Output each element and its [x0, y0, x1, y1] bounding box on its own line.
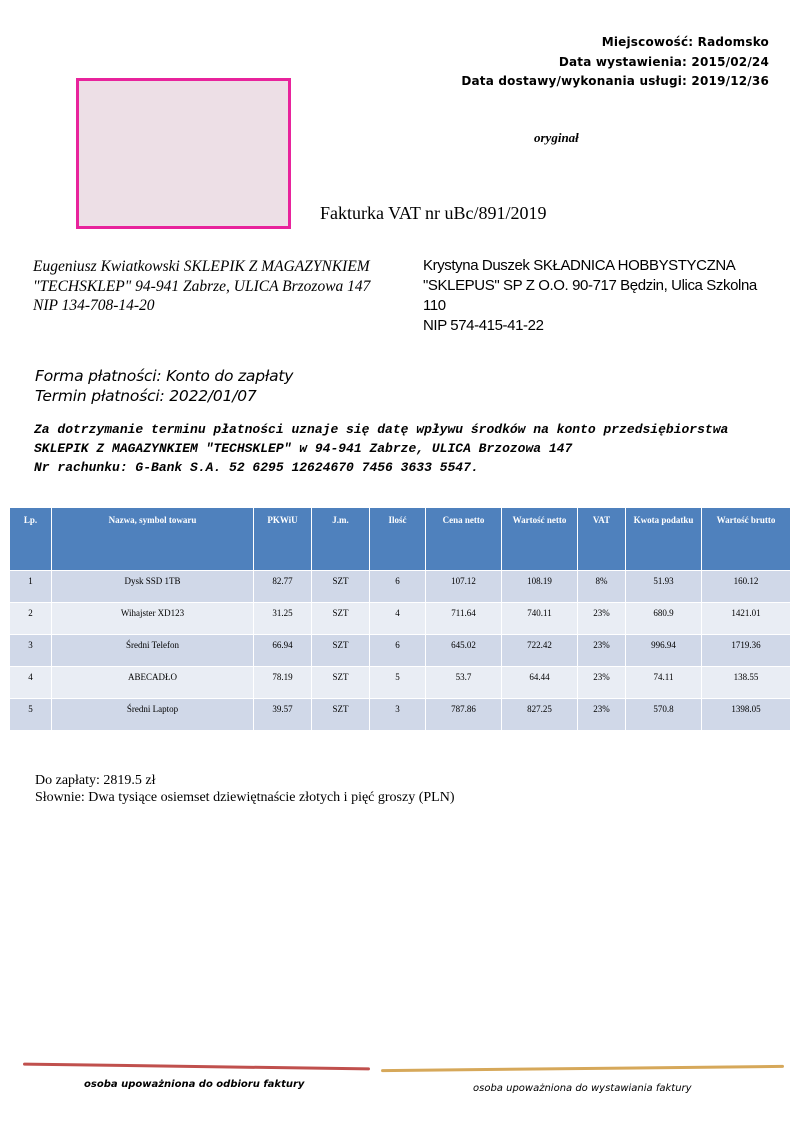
- buyer-line: Krystyna Duszek SKŁADNICA HOBBYSTYCZNA: [423, 257, 736, 274]
- cell: Wihajster XD123: [51, 602, 254, 635]
- place: Miejscowość: Radomsko: [601, 35, 769, 49]
- cell: 51.93: [625, 570, 702, 603]
- cell: 23%: [577, 602, 626, 635]
- col-header: Nazwa, symbol towaru: [51, 507, 254, 571]
- cell: 3: [9, 634, 52, 667]
- issuer-signature-label: osoba upoważniona do wystawiania faktury: [473, 1083, 692, 1094]
- cell: Średni Telefon: [51, 634, 254, 667]
- col-header: Lp.: [9, 507, 52, 571]
- cell: 5: [369, 666, 426, 699]
- receiver-signature-line: [22, 1062, 371, 1071]
- cell: 1421.01: [701, 602, 791, 635]
- cell: 74.11: [625, 666, 702, 699]
- seller-line: Eugeniusz Kwiatkowski SKLEPIK Z MAGAZYNK…: [33, 258, 370, 275]
- cell: 740.11: [501, 602, 578, 635]
- payment-note-text: Za dotrzymanie terminu płatności uznaje …: [34, 422, 729, 456]
- cell: 711.64: [425, 602, 502, 635]
- cell: 680.9: [625, 602, 702, 635]
- col-header: VAT: [577, 507, 626, 571]
- cell: 78.19: [253, 666, 312, 699]
- cell: 160.12: [701, 570, 791, 603]
- payment-method: Forma płatności: Konto do zapłaty: [35, 367, 294, 385]
- cell: 107.12: [425, 570, 502, 603]
- cell: SZT: [311, 634, 370, 667]
- payment-note: Za dotrzymanie terminu płatności uznaje …: [34, 420, 744, 477]
- cell: 827.25: [501, 698, 578, 731]
- payment-due: Termin płatności: 2022/01/07: [35, 387, 257, 405]
- bank-account: Nr rachunku: G-Bank S.A. 52 6295 1262467…: [34, 460, 479, 475]
- cell: 23%: [577, 698, 626, 731]
- table-row: 3 Średni Telefon 66.94 SZT 6 645.02 722.…: [9, 634, 791, 667]
- cell: 6: [369, 634, 426, 667]
- cell: 64.44: [501, 666, 578, 699]
- col-header: Wartość brutto: [701, 507, 791, 571]
- cell: 39.57: [253, 698, 312, 731]
- col-header: Cena netto: [425, 507, 502, 571]
- cell: 2: [9, 602, 52, 635]
- seller-line: "TECHSKLEP" 94-941 Zabrze, ULICA Brzozow…: [33, 277, 371, 295]
- table-row: 5 Średni Laptop 39.57 SZT 3 787.86 827.2…: [9, 698, 791, 731]
- cell: Dysk SSD 1TB: [51, 570, 254, 603]
- invoice-meta: Miejscowość: Radomsko Data wystawienia: …: [461, 33, 769, 92]
- payment-info: Forma płatności: Konto do zapłaty Termin…: [35, 366, 293, 406]
- cell: 996.94: [625, 634, 702, 667]
- cell: 5: [9, 698, 52, 731]
- cell: SZT: [311, 698, 370, 731]
- cell: 108.19: [501, 570, 578, 603]
- cell: 138.55: [701, 666, 791, 699]
- cell: 1398.05: [701, 698, 791, 731]
- cell: 23%: [577, 666, 626, 699]
- logo-placeholder: [76, 78, 291, 229]
- receiver-signature-label: osoba upoważniona do odbioru faktury: [84, 1079, 305, 1090]
- col-header: Wartość netto: [501, 507, 578, 571]
- issuer-signature-line: [380, 1064, 785, 1073]
- table-row: 4 ABECADŁO 78.19 SZT 5 53.7 64.44 23% 74…: [9, 666, 791, 699]
- cell: 23%: [577, 634, 626, 667]
- buyer-block: Krystyna Duszek SKŁADNICA HOBBYSTYCZNA "…: [423, 256, 768, 336]
- cell: 53.7: [425, 666, 502, 699]
- cell: 6: [369, 570, 426, 603]
- table-header-row: Lp. Nazwa, symbol towaru PKWiU J.m. Iloś…: [9, 507, 791, 571]
- col-header: J.m.: [311, 507, 370, 571]
- cell: 31.25: [253, 602, 312, 635]
- cell: ABECADŁO: [51, 666, 254, 699]
- cell: 66.94: [253, 634, 312, 667]
- col-header: Ilość: [369, 507, 426, 571]
- cell: SZT: [311, 570, 370, 603]
- col-header: Kwota podatku: [625, 507, 702, 571]
- table-row: 1 Dysk SSD 1TB 82.77 SZT 6 107.12 108.19…: [9, 570, 791, 603]
- cell: 722.42: [501, 634, 578, 667]
- cell: 82.77: [253, 570, 312, 603]
- cell: 8%: [577, 570, 626, 603]
- buyer-line: "SKLEPUS" SP Z O.O. 90-717 Będzin, Ulica…: [423, 277, 757, 294]
- items-table: Lp. Nazwa, symbol towaru PKWiU J.m. Iloś…: [9, 507, 791, 731]
- col-header: PKWiU: [253, 507, 312, 571]
- cell: 787.86: [425, 698, 502, 731]
- table-row: 2 Wihajster XD123 31.25 SZT 4 711.64 740…: [9, 602, 791, 635]
- invoice-title: Fakturka VAT nr uBc/891/2019: [320, 203, 547, 223]
- buyer-nip: NIP 574-415-41-22: [423, 317, 544, 334]
- amount-in-words: Słownie: Dwa tysiące osiemset dziewiętna…: [35, 790, 455, 805]
- cell: 570.8: [625, 698, 702, 731]
- cell: 645.02: [425, 634, 502, 667]
- cell: 1719.36: [701, 634, 791, 667]
- issue-date: Data wystawienia: 2015/02/24: [558, 54, 769, 69]
- seller-block: Eugeniusz Kwiatkowski SKLEPIK Z MAGAZYNK…: [33, 257, 418, 316]
- buyer-line: 110: [423, 297, 446, 314]
- delivery-date: Data dostawy/wykonania usługi: 2019/12/3…: [461, 74, 769, 88]
- payment-summary: Do zapłaty: 2819.5 zł Słownie: Dwa tysią…: [35, 772, 455, 806]
- cell: 4: [9, 666, 52, 699]
- cell: SZT: [311, 602, 370, 635]
- cell: SZT: [311, 666, 370, 699]
- cell: 4: [369, 602, 426, 635]
- cell: Średni Laptop: [51, 698, 254, 731]
- cell: 1: [9, 570, 52, 603]
- copy-status: oryginał: [534, 130, 579, 145]
- seller-nip: NIP 134-708-14-20: [33, 297, 155, 314]
- cell: 3: [369, 698, 426, 731]
- amount-due: Do zapłaty: 2819.5 zł: [35, 773, 156, 788]
